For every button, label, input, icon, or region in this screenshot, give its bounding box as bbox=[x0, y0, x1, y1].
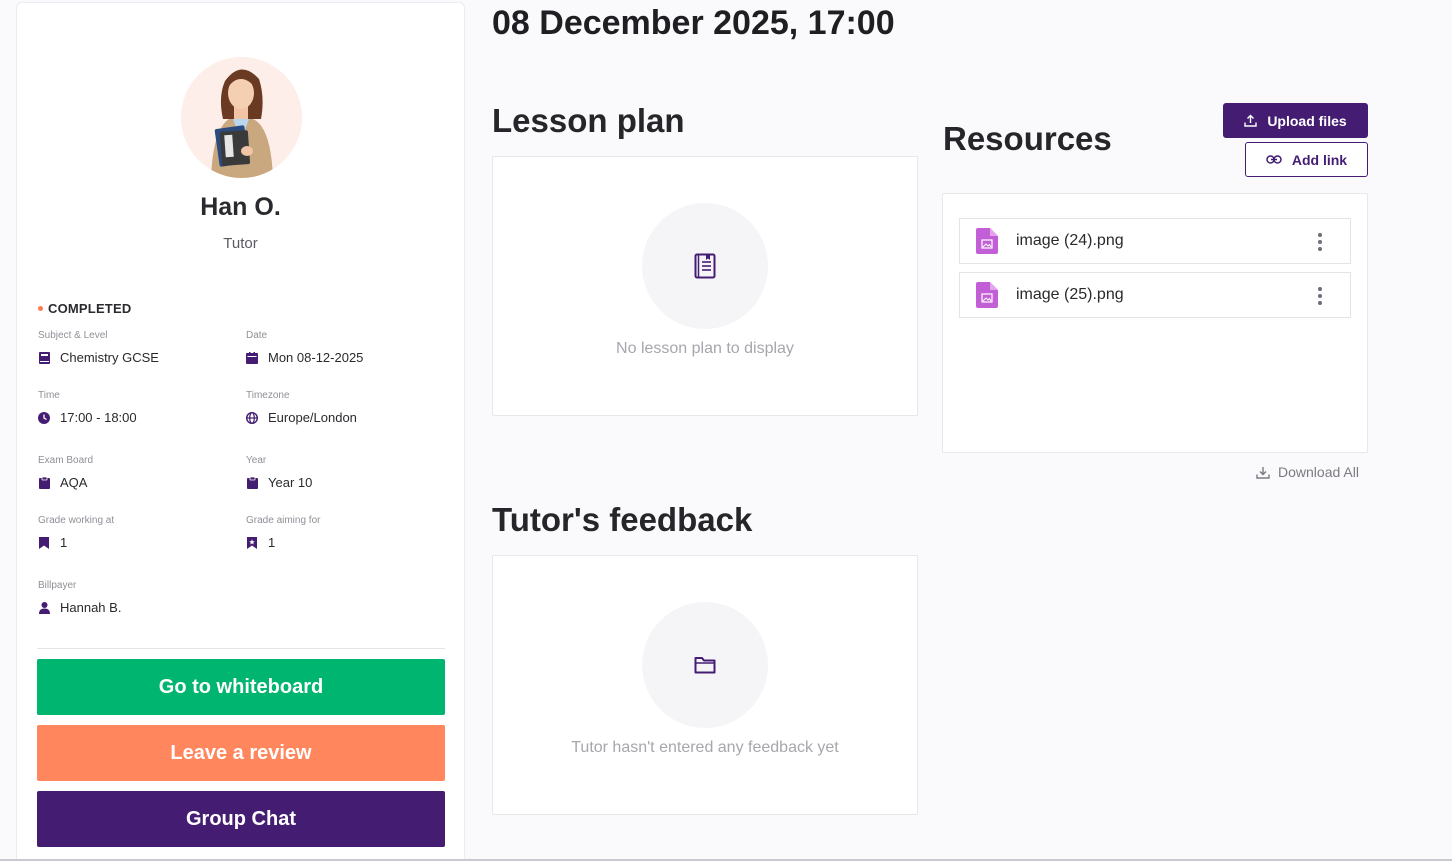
info-label: Grade working at bbox=[38, 515, 115, 526]
download-icon bbox=[1256, 466, 1270, 479]
person-icon bbox=[38, 601, 50, 614]
info-label: Year bbox=[246, 455, 267, 466]
lesson-datetime: 08 December 2025, 17:00 bbox=[492, 4, 895, 42]
info-value: 1 bbox=[268, 535, 276, 550]
download-all-link[interactable]: Download All bbox=[1256, 464, 1359, 480]
add-link-button[interactable]: Add link bbox=[1245, 142, 1368, 177]
info-time: Time 17:00 - 18:00 bbox=[38, 390, 238, 425]
info-label: Timezone bbox=[246, 390, 290, 401]
globe-icon bbox=[246, 411, 258, 424]
info-label: Subject & Level bbox=[38, 330, 108, 341]
tutor-name: Han O. bbox=[200, 193, 281, 221]
status-dot bbox=[38, 306, 43, 311]
info-label: Exam Board bbox=[38, 455, 94, 466]
info-value: AQA bbox=[60, 475, 88, 490]
bookmark-star-icon bbox=[246, 536, 258, 549]
lesson-plan-panel: No lesson plan to display bbox=[492, 156, 918, 416]
info-label: Billpayer bbox=[38, 580, 77, 591]
feedback-title: Tutor's feedback bbox=[492, 501, 753, 538]
go-to-whiteboard-button[interactable]: Go to whiteboard bbox=[37, 659, 445, 715]
status-label: COMPLETED bbox=[48, 301, 132, 316]
info-label: Grade aiming for bbox=[246, 515, 321, 526]
calendar-icon bbox=[246, 351, 258, 364]
info-value: Mon 08-12-2025 bbox=[268, 350, 364, 365]
bookmark-icon bbox=[38, 536, 50, 549]
upload-files-label: Upload files bbox=[1267, 112, 1347, 129]
info-value: Chemistry GCSE bbox=[60, 350, 159, 365]
more-options-icon[interactable] bbox=[1318, 287, 1322, 305]
upload-icon bbox=[1244, 114, 1258, 127]
tutor-avatar bbox=[181, 57, 302, 178]
info-value: 1 bbox=[60, 535, 68, 550]
info-label: Date bbox=[246, 330, 268, 341]
more-options-icon[interactable] bbox=[1318, 233, 1322, 251]
image-file-icon bbox=[976, 282, 998, 308]
link-icon bbox=[1266, 155, 1282, 164]
upload-files-button[interactable]: Upload files bbox=[1223, 103, 1368, 138]
resources-title: Resources bbox=[943, 120, 1112, 157]
book-icon bbox=[38, 351, 50, 364]
feedback-panel: Tutor hasn't entered any feedback yet bbox=[492, 555, 918, 815]
tutor-role: Tutor bbox=[223, 235, 258, 252]
feedback-empty-text: Tutor hasn't entered any feedback yet bbox=[571, 739, 839, 756]
clipboard-icon bbox=[246, 476, 258, 489]
notebook-icon bbox=[642, 203, 768, 329]
info-subject: Subject & Level Chemistry GCSE bbox=[38, 330, 238, 365]
lesson-plan-title: Lesson plan bbox=[492, 102, 685, 139]
info-value: Year 10 bbox=[268, 475, 313, 490]
file-name: image (25).png bbox=[1016, 286, 1124, 303]
download-all-label: Download All bbox=[1278, 464, 1359, 480]
add-link-label: Add link bbox=[1291, 151, 1348, 168]
info-billpayer: Billpayer Hannah B. bbox=[38, 580, 238, 615]
leave-review-button[interactable]: Leave a review bbox=[37, 725, 445, 781]
info-value: Hannah B. bbox=[60, 600, 122, 615]
image-file-icon bbox=[976, 228, 998, 254]
info-grade-working: Grade working at 1 bbox=[38, 515, 238, 550]
info-exam-board: Exam Board AQA bbox=[38, 455, 238, 490]
info-date: Date Mon 08-12-2025 bbox=[246, 330, 446, 365]
folder-icon bbox=[642, 602, 768, 728]
clock-icon bbox=[38, 411, 50, 424]
resources-panel: image (24).png image (25).png bbox=[942, 193, 1368, 453]
clipboard-icon bbox=[38, 476, 50, 489]
divider bbox=[37, 648, 445, 649]
lesson-plan-empty-text: No lesson plan to display bbox=[616, 340, 794, 357]
status-badge: COMPLETED bbox=[38, 301, 131, 316]
file-row[interactable]: image (25).png bbox=[959, 272, 1351, 318]
info-value: Europe/London bbox=[268, 410, 357, 425]
file-row[interactable]: image (24).png bbox=[959, 218, 1351, 264]
group-chat-button[interactable]: Group Chat bbox=[37, 791, 445, 847]
info-label: Time bbox=[38, 390, 60, 401]
file-name: image (24).png bbox=[1016, 232, 1124, 249]
tutor-profile-card: Han O. Tutor COMPLETED Subject & Level C… bbox=[16, 2, 465, 861]
info-value: 17:00 - 18:00 bbox=[60, 410, 137, 425]
info-year: Year Year 10 bbox=[246, 455, 446, 490]
info-grade-aiming: Grade aiming for 1 bbox=[246, 515, 446, 550]
info-timezone: Timezone Europe/London bbox=[246, 390, 446, 425]
